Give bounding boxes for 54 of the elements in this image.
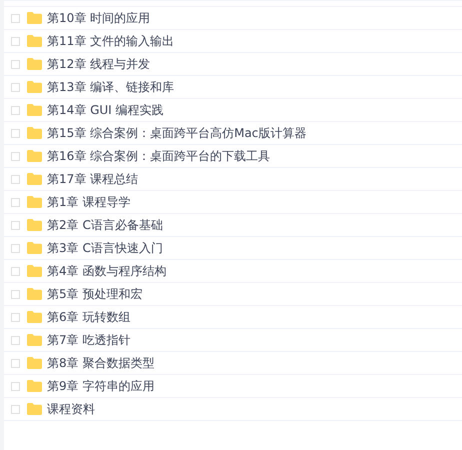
folder-icon — [27, 58, 42, 70]
folder-name[interactable]: 第2章 C语言必备基础 — [47, 216, 163, 234]
folder-name[interactable]: 第3章 C语言快速入门 — [47, 240, 163, 256]
folder-icon — [27, 265, 42, 277]
folder-name[interactable]: 第5章 预处理和宏 — [47, 286, 142, 302]
checkbox[interactable] — [11, 60, 20, 68]
folder-icon — [27, 380, 42, 392]
checkbox[interactable] — [11, 312, 20, 322]
folder-icon — [27, 288, 42, 300]
folder-name[interactable]: 第7章 吃透指针 — [47, 332, 130, 348]
folder-name[interactable]: 第8章 聚合数据类型 — [47, 354, 154, 372]
folder-name[interactable]: 第10章 时间的应用 — [47, 10, 150, 26]
folder-name[interactable]: 课程资料 — [47, 400, 95, 418]
folder-name[interactable]: 第4章 函数与程序结构 — [47, 262, 166, 280]
folder-icon — [27, 403, 42, 415]
checkbox[interactable] — [11, 244, 20, 252]
folder-name[interactable]: 第14章 GUI 编程实践 — [47, 102, 164, 118]
checkbox[interactable] — [11, 358, 20, 368]
folder-name[interactable]: 第6章 玩转数组 — [47, 308, 130, 326]
folder-icon — [27, 242, 42, 254]
folder-name[interactable]: 第16章 综合案例：桌面跨平台的下载工具 — [47, 148, 270, 164]
checkbox[interactable] — [11, 36, 20, 46]
folder-name[interactable]: 第11章 文件的输入输出 — [47, 32, 174, 50]
folder-name[interactable]: 第1章 课程导学 — [47, 194, 130, 210]
checkbox[interactable] — [11, 152, 20, 160]
folder-icon — [27, 35, 42, 47]
checkbox[interactable] — [11, 336, 20, 344]
folder-icon — [27, 196, 42, 208]
checkbox[interactable] — [11, 404, 20, 414]
checkbox[interactable] — [11, 266, 20, 276]
folder-icon — [27, 219, 42, 231]
folder-name[interactable]: 第9章 字符串的应用 — [47, 378, 154, 394]
folder-icon — [27, 127, 42, 139]
folder-icon — [27, 81, 42, 93]
folder-name[interactable]: 第15章 综合案例：桌面跨平台高仿Mac版计算器 — [47, 124, 306, 142]
folder-icon — [27, 357, 42, 369]
checkbox[interactable] — [11, 174, 20, 184]
folder-icon — [27, 12, 42, 24]
folder-icon — [27, 311, 42, 323]
checkbox[interactable] — [11, 106, 20, 114]
folder-icon — [27, 334, 42, 346]
folder-icon — [27, 150, 42, 162]
folder-name[interactable]: 第12章 线程与并发 — [47, 56, 150, 72]
folder-name[interactable]: 第13章 编译、链接和库 — [47, 78, 174, 96]
folder-icon — [27, 104, 42, 116]
checkbox[interactable] — [11, 290, 20, 298]
checkbox[interactable] — [11, 198, 20, 206]
checkbox[interactable] — [11, 382, 20, 390]
checkbox[interactable] — [11, 220, 20, 230]
folder-name[interactable]: 第17章 课程总结 — [47, 170, 138, 188]
checkbox[interactable] — [11, 128, 20, 138]
checkbox[interactable] — [11, 14, 20, 22]
folder-icon — [27, 173, 42, 185]
checkbox[interactable] — [11, 82, 20, 92]
